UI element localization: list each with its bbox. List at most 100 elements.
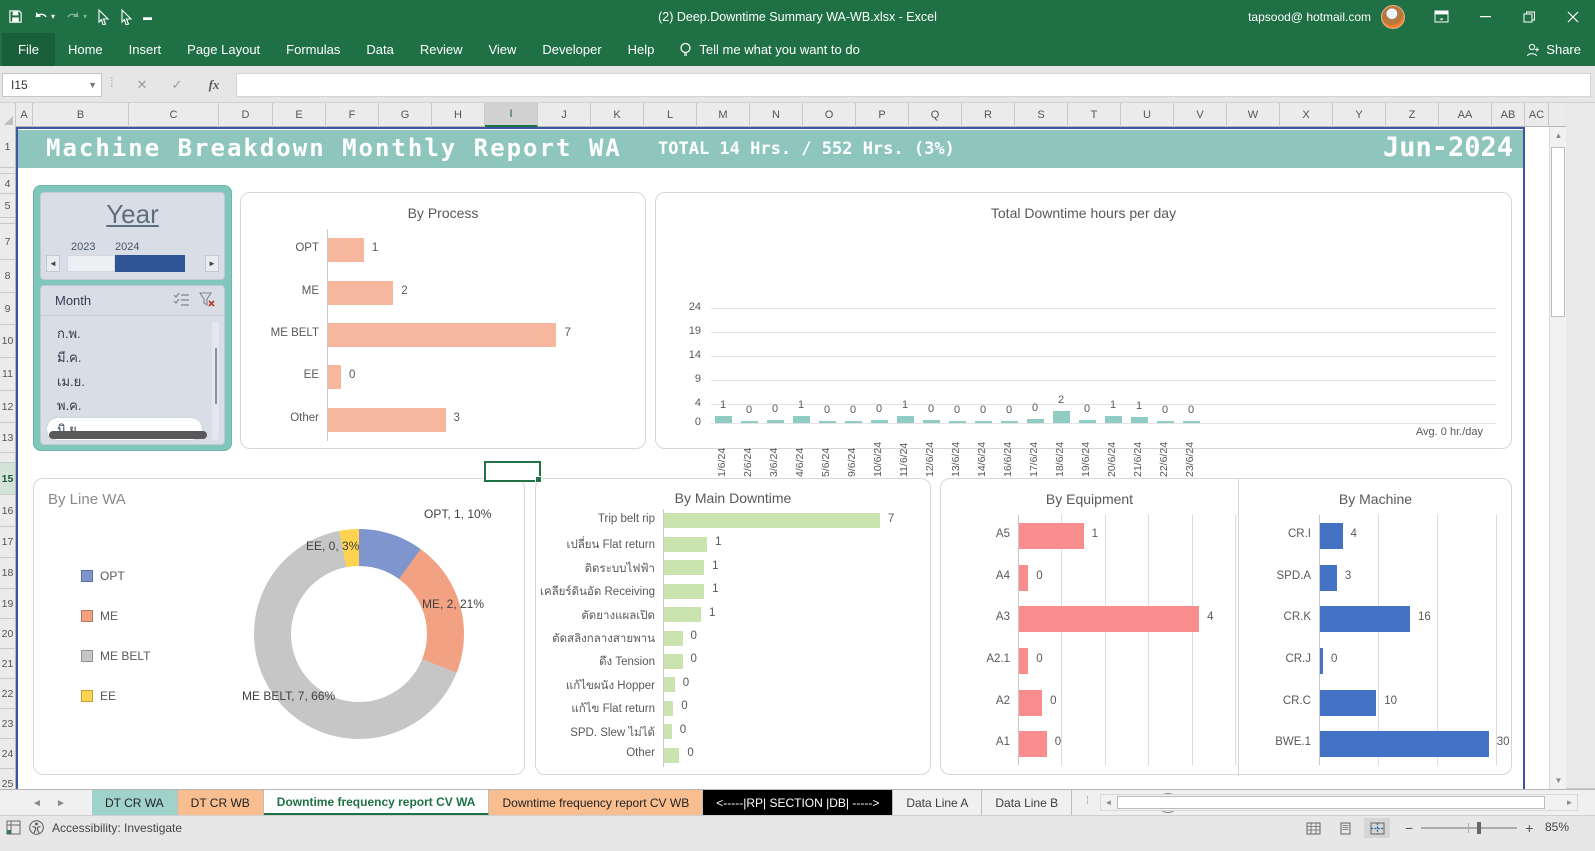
daily-bar-14/6/24[interactable] (975, 421, 992, 423)
column-header-H[interactable]: H (432, 103, 485, 127)
row-header-18[interactable]: 18 (0, 558, 15, 589)
daily-bar-3/6/24[interactable] (767, 420, 784, 423)
formula-input[interactable] (236, 73, 1591, 97)
timeline-segment-2023[interactable] (67, 255, 115, 272)
avatar[interactable] (1381, 5, 1405, 29)
column-header-AB[interactable]: AB (1492, 103, 1525, 127)
column-header-K[interactable]: K (591, 103, 644, 127)
sheet-tab-0[interactable]: DT CR WA (92, 790, 178, 816)
pointer-icon[interactable] (97, 9, 110, 25)
bar-OPT[interactable] (328, 238, 364, 262)
column-header-Z[interactable]: Z (1386, 103, 1439, 127)
column-header-E[interactable]: E (273, 103, 326, 127)
donut-ring[interactable] (254, 529, 464, 739)
bar-ME[interactable] (328, 281, 393, 305)
daily-bar-4/6/24[interactable] (793, 416, 810, 423)
month-item-2[interactable]: เม.ย. (47, 370, 202, 392)
row-header-4[interactable]: 4 (0, 174, 15, 194)
cancel-entry-icon[interactable]: ✕ (128, 73, 156, 97)
chart-by-process[interactable]: By Process OPT1ME2ME BELT7EE0Other3 (240, 192, 646, 449)
daily-bar-20/6/24[interactable] (1105, 416, 1122, 423)
timeline-track[interactable] (67, 255, 198, 272)
normal-view-icon[interactable] (1300, 818, 1326, 838)
tell-me-box[interactable]: Tell me what you want to do (667, 33, 871, 66)
customize-qat-icon[interactable]: ▬ (143, 12, 152, 22)
sheet-tab-5[interactable]: Data Line A (893, 790, 982, 816)
row-header-21[interactable]: 21 (0, 649, 15, 679)
sheet-tab-1[interactable]: DT CR WB (178, 790, 264, 816)
row-header-8[interactable]: 8 (0, 260, 15, 293)
timeline-segment-2024-selected[interactable] (115, 255, 185, 272)
row-header-23[interactable]: 23 (0, 709, 15, 739)
month-item-3[interactable]: พ.ค. (47, 394, 202, 416)
column-header-AC[interactable]: AC (1525, 103, 1549, 127)
scroll-left-icon[interactable]: ◄ (1101, 795, 1116, 810)
bar-A2.1[interactable] (1019, 648, 1028, 674)
month-scrollbar[interactable] (212, 322, 219, 440)
daily-bar-22/6/24[interactable] (1157, 421, 1174, 423)
share-button[interactable]: Share (1526, 33, 1581, 66)
bar-SPD.A[interactable] (1320, 565, 1337, 591)
chart-by-main-downtime[interactable]: By Main Downtime Trip belt rip7เปลี่ยน F… (535, 478, 931, 775)
daily-bar-5/6/24[interactable] (819, 421, 836, 423)
column-header-C[interactable]: C (129, 103, 219, 127)
column-header-R[interactable]: R (962, 103, 1015, 127)
bar-ตัดยางแผลเปิด[interactable] (664, 607, 701, 622)
bar-CR.I[interactable] (1320, 523, 1343, 549)
page-break-view-icon[interactable] (1364, 818, 1390, 838)
daily-bar-21/6/24[interactable] (1131, 417, 1148, 423)
accessibility-status[interactable]: Accessibility: Investigate (52, 821, 182, 835)
daily-bar-9/6/24[interactable] (845, 421, 862, 423)
ribbon-display-options-icon[interactable] (1419, 0, 1463, 33)
row-header-19[interactable]: 19 (0, 589, 15, 619)
active-cell-I15[interactable] (484, 461, 541, 482)
column-header-T[interactable]: T (1068, 103, 1121, 127)
column-header-F[interactable]: F (326, 103, 379, 127)
select-all-corner[interactable] (0, 103, 16, 127)
ribbon-tab-page-layout[interactable]: Page Layout (174, 33, 273, 66)
bar-Other[interactable] (664, 748, 679, 763)
column-header-AA[interactable]: AA (1439, 103, 1492, 127)
row-header-5[interactable]: 5 (0, 194, 15, 218)
ribbon-tab-view[interactable]: View (475, 33, 529, 66)
daily-bar-23/6/24[interactable] (1183, 421, 1200, 423)
year-option-2023[interactable]: 2023 (71, 241, 95, 253)
bar-เคลียร์ดินอัด Receiving[interactable] (664, 584, 704, 599)
daily-bar-11/6/24[interactable] (897, 416, 914, 423)
daily-bar-1/6/24[interactable] (715, 416, 732, 423)
row-header-13[interactable]: 13 (0, 423, 15, 453)
daily-bar-17/6/24[interactable] (1027, 419, 1044, 423)
clear-filter-icon[interactable] (199, 292, 216, 313)
confirm-entry-icon[interactable]: ✓ (163, 73, 191, 97)
row-header-hidden[interactable] (0, 453, 15, 463)
row-header-17[interactable]: 17 (0, 527, 15, 558)
row-header-12[interactable]: 12 (0, 391, 15, 423)
row-header-20[interactable]: 20 (0, 619, 15, 649)
month-hscrollbar[interactable] (49, 431, 207, 439)
minimize-button[interactable] (1463, 0, 1507, 33)
zoom-slider[interactable] (1421, 827, 1517, 829)
timeline-right-arrow[interactable]: ► (205, 255, 219, 272)
column-header-S[interactable]: S (1015, 103, 1068, 127)
bar-Trip belt rip[interactable] (664, 513, 880, 528)
row-header-9[interactable]: 9 (0, 293, 15, 325)
name-box-dropdown-icon[interactable]: ▼ (88, 80, 97, 90)
column-header-G[interactable]: G (379, 103, 432, 127)
bar-A1[interactable] (1019, 731, 1047, 757)
zoom-out-icon[interactable]: − (1405, 820, 1413, 836)
column-header-N[interactable]: N (750, 103, 803, 127)
row-header-16[interactable]: 16 (0, 495, 15, 527)
chart-by-line-wa[interactable]: By Line WA OPT, 1, 10%EE, 0, 3%ME, 2, 21… (33, 478, 525, 775)
bar-A4[interactable] (1019, 565, 1028, 591)
redo-icon[interactable]: ▾ (65, 10, 87, 24)
ribbon-tab-help[interactable]: Help (615, 33, 668, 66)
bar-A2[interactable] (1019, 690, 1042, 716)
row-header-22[interactable]: 22 (0, 679, 15, 709)
zoom-in-icon[interactable]: + (1525, 820, 1533, 836)
column-header-Q[interactable]: Q (909, 103, 962, 127)
column-header-Y[interactable]: Y (1333, 103, 1386, 127)
daily-bar-18/6/24[interactable] (1053, 411, 1070, 423)
bar-CR.K[interactable] (1320, 606, 1410, 632)
year-option-2024[interactable]: 2024 (115, 241, 139, 253)
row-header-7[interactable]: 7 (0, 224, 15, 260)
